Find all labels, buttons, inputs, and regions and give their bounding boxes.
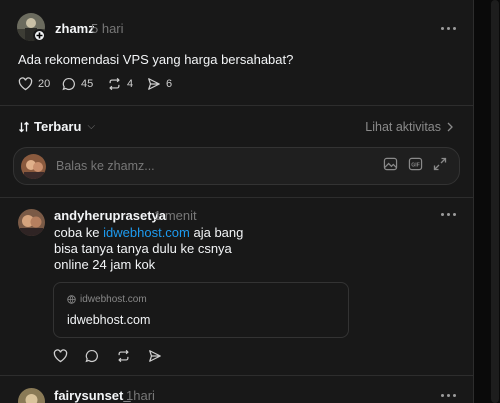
- comment-count: 45: [81, 78, 94, 90]
- share-count: 6: [166, 78, 173, 90]
- chevron-right-icon: [447, 122, 453, 132]
- repost-icon: [109, 77, 120, 91]
- my-avatar: [21, 154, 46, 179]
- reply-text-line-1: coba ke idwebhost.com aja bang: [54, 225, 244, 240]
- reply-input[interactable]: Balas ke zhamz...: [56, 159, 155, 173]
- view-activity-link[interactable]: Lihat aktivitas: [365, 120, 453, 134]
- comment-button[interactable]: 45: [62, 77, 93, 91]
- more-options-icon[interactable]: [439, 391, 459, 401]
- globe-icon: [67, 295, 76, 304]
- reply-time: 1hari: [126, 388, 155, 403]
- reply-username[interactable]: andyheruprasetya: [54, 208, 166, 223]
- post-text: Ada rekomendasi VPS yang harga bersahaba…: [18, 52, 294, 67]
- repost-icon[interactable]: [116, 349, 131, 363]
- activity-label: Lihat aktivitas: [365, 120, 441, 134]
- repost-button[interactable]: 4: [107, 77, 133, 91]
- send-icon[interactable]: [148, 349, 162, 363]
- reply-link[interactable]: idwebhost.com: [103, 225, 190, 240]
- reply-text-line-3: online 24 jam kok: [54, 257, 156, 272]
- chevron-down-icon: ⌵: [87, 121, 96, 132]
- more-options-icon[interactable]: [439, 210, 459, 220]
- svg-text:GIF: GIF: [411, 162, 420, 168]
- comment-icon[interactable]: [85, 349, 99, 363]
- more-options-icon[interactable]: [439, 24, 459, 34]
- sort-dropdown[interactable]: Terbaru ⌵: [18, 119, 95, 134]
- reply-box[interactable]: Balas ke zhamz... GIF: [13, 147, 460, 185]
- divider: [0, 197, 473, 198]
- like-button[interactable]: 20: [18, 77, 50, 91]
- follow-plus-icon[interactable]: [33, 29, 46, 42]
- reply-avatar[interactable]: [18, 209, 45, 236]
- gif-icon[interactable]: GIF: [408, 157, 423, 171]
- sort-label: Terbaru: [34, 119, 82, 134]
- reply-text-line-2: bisa tanya tanya dulu ke csnya: [54, 241, 232, 256]
- heart-icon: [18, 77, 33, 91]
- send-icon: [148, 78, 160, 90]
- post-time: 5 hari: [91, 21, 124, 36]
- heart-icon[interactable]: [53, 349, 68, 363]
- reply-time: 1 menit: [154, 208, 197, 223]
- link-title: idwebhost.com: [67, 313, 151, 327]
- comment-icon: [62, 77, 75, 91]
- image-icon[interactable]: [383, 157, 398, 171]
- sort-icon: [19, 121, 29, 132]
- divider: [0, 375, 473, 376]
- thread-panel: zhamz 5 hari Ada rekomendasi VPS yang ha…: [0, 0, 474, 403]
- share-button[interactable]: 6: [147, 77, 172, 91]
- scrollbar-thumb[interactable]: [491, 0, 499, 403]
- like-count: 20: [38, 78, 51, 90]
- link-domain: idwebhost.com: [80, 294, 147, 305]
- divider: [0, 105, 473, 106]
- repost-count: 4: [127, 78, 134, 90]
- author-username[interactable]: zhamz: [55, 21, 95, 36]
- link-preview-card[interactable]: idwebhost.com idwebhost.com: [53, 282, 349, 338]
- expand-icon[interactable]: [433, 157, 447, 171]
- reply-username[interactable]: fairysunset_: [54, 388, 131, 403]
- reply-avatar[interactable]: [18, 388, 45, 403]
